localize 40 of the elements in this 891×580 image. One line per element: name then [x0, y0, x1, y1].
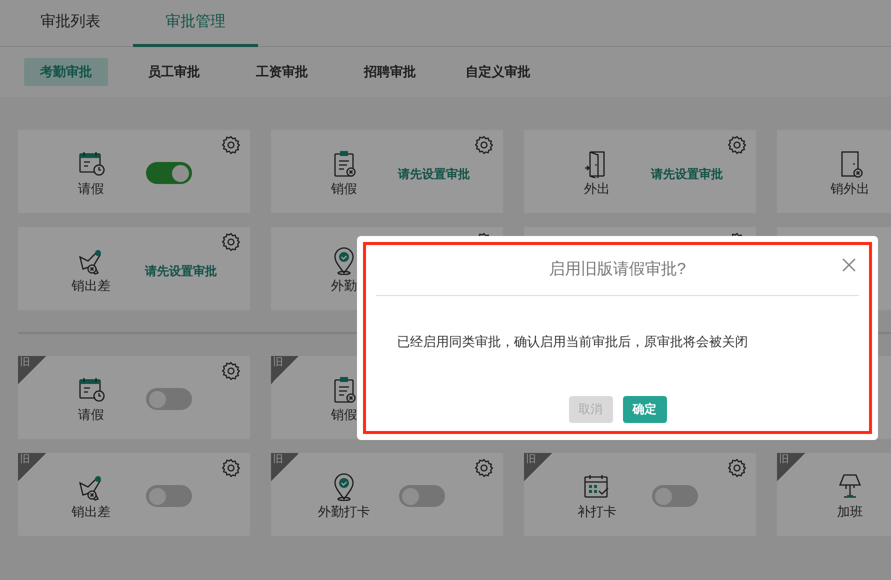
confirm-button[interactable]: 确定	[622, 396, 666, 422]
card-label: 销出差	[70, 277, 112, 295]
settings-icon[interactable]	[221, 458, 241, 478]
subtab[interactable]: 员工审批	[132, 58, 216, 86]
settings-icon[interactable]	[474, 458, 494, 478]
settings-icon[interactable]	[727, 458, 747, 478]
dialog-message: 已经启用同类审批，确认启用当前审批后，原审批将会被关闭	[397, 333, 748, 351]
setup-prompt[interactable]: 请先设置审批	[651, 165, 723, 183]
card-label: 请假	[77, 180, 105, 198]
close-button[interactable]	[841, 257, 857, 273]
card-label: 请假	[77, 406, 105, 424]
setup-prompt[interactable]: 请先设置审批	[145, 262, 217, 280]
card-label: 销假	[330, 180, 358, 198]
toggle-switch[interactable]	[146, 162, 192, 184]
settings-icon[interactable]	[727, 135, 747, 155]
tab[interactable]: 审批管理	[133, 0, 258, 47]
settings-icon[interactable]	[221, 135, 241, 155]
card-label: 补打卡	[576, 503, 618, 521]
card-label: 销假	[330, 406, 358, 424]
subtab[interactable]: 考勤审批	[24, 58, 108, 86]
subtab[interactable]: 工资审批	[240, 58, 324, 86]
subtab[interactable]: 招聘审批	[348, 58, 432, 86]
dialog-title: 启用旧版请假审批?	[549, 260, 686, 280]
toggle-switch[interactable]	[399, 485, 445, 507]
toggle-switch[interactable]	[146, 388, 192, 410]
subtab[interactable]: 自定义审批	[456, 58, 540, 86]
card-label: 加班	[836, 503, 864, 521]
tab[interactable]: 审批列表	[8, 0, 133, 47]
card-label: 外出	[583, 180, 611, 198]
card-label: 外勤	[330, 277, 358, 295]
card-label: 外勤打卡	[317, 503, 371, 521]
card-label: 销出差	[70, 503, 112, 521]
setup-prompt[interactable]: 请先设置审批	[398, 165, 470, 183]
settings-icon[interactable]	[221, 232, 241, 252]
card-label: 销外出	[830, 180, 870, 198]
close-icon	[841, 257, 857, 273]
toggle-switch[interactable]	[146, 485, 192, 507]
settings-icon[interactable]	[221, 361, 241, 381]
settings-icon[interactable]	[474, 135, 494, 155]
toggle-switch[interactable]	[652, 485, 698, 507]
